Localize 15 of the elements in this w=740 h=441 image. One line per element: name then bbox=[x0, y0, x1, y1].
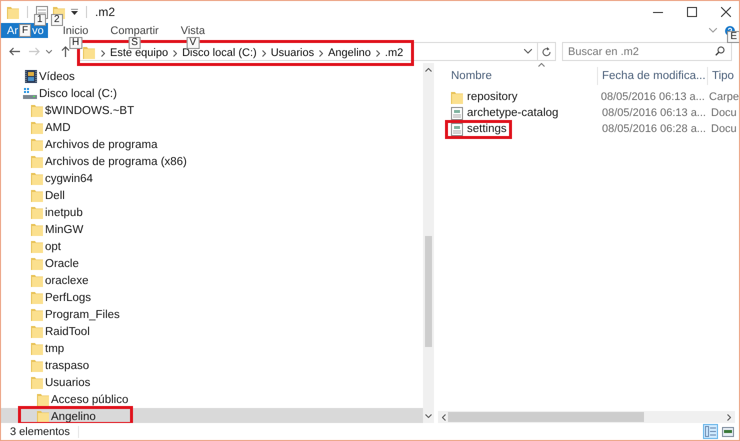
keytip-tooltip: 2 bbox=[51, 14, 63, 26]
keytip-tooltip: E bbox=[727, 31, 739, 43]
table-cell-text: 08/05/2016 06:13 a... bbox=[600, 91, 706, 103]
item-count: 3 elementos bbox=[1, 426, 79, 438]
keytip-tooltip: 1 bbox=[34, 14, 46, 26]
table-cell-text: 08/05/2016 06:13 a... bbox=[601, 107, 707, 119]
table-cell-text: Docu bbox=[710, 107, 738, 119]
table-cell-text: Docu bbox=[710, 123, 738, 135]
table-cell-text: Carpe bbox=[708, 91, 739, 103]
keytip-tooltip: V bbox=[186, 37, 200, 49]
keytip-tooltip: S bbox=[128, 37, 141, 49]
window-title: .m2 bbox=[95, 5, 116, 19]
table-cell-text: 08/05/2016 06:28 a... bbox=[601, 123, 707, 135]
keytip-tooltip: F bbox=[19, 24, 32, 37]
keytip-tooltip: H bbox=[68, 37, 82, 49]
